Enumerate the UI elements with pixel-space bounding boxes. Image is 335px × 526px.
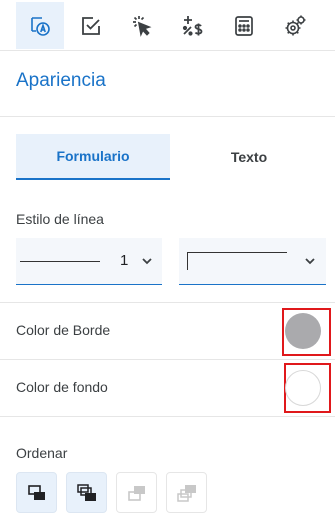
send-backward-icon [127, 485, 145, 501]
calculator-icon [235, 15, 253, 36]
send-backward-button[interactable] [116, 472, 157, 513]
divider [0, 116, 335, 117]
bring-forward-icon [27, 484, 45, 500]
top-toolbar [0, 0, 335, 51]
border-color-swatch[interactable] [285, 313, 321, 349]
line-style-label: Estilo de línea [16, 211, 104, 227]
fill-color-label: Color de fondo [16, 379, 108, 395]
checkbox-icon [82, 16, 100, 35]
order-label: Ordenar [16, 445, 68, 461]
line-sample [20, 261, 100, 262]
send-to-back-button[interactable] [166, 472, 207, 513]
divider [0, 416, 335, 417]
bring-to-front-button[interactable] [66, 472, 107, 513]
line-dash-select[interactable] [179, 238, 326, 285]
chevron-down-icon [142, 258, 152, 265]
tab-appearance[interactable] [16, 2, 64, 49]
bring-forward-button[interactable] [16, 472, 57, 513]
tab-actions[interactable] [118, 2, 166, 49]
send-to-back-icon [176, 484, 196, 502]
gear-icon [285, 15, 306, 35]
border-color-label: Color de Borde [16, 322, 111, 338]
tab-calculations[interactable] [169, 2, 217, 49]
line-width-select[interactable]: 1 [16, 238, 162, 285]
bring-to-front-icon [76, 483, 96, 501]
tab-form[interactable]: Formulario [16, 134, 170, 180]
fill-color-swatch[interactable] [285, 370, 321, 406]
currency-math-icon [182, 15, 203, 36]
appearance-icon [31, 16, 50, 36]
divider [0, 302, 335, 303]
tab-validation[interactable] [67, 2, 115, 49]
line-width-value: 1 [120, 252, 129, 269]
tab-settings[interactable] [271, 2, 319, 49]
chevron-down-icon [305, 258, 315, 265]
section-title: Apariencia [16, 70, 106, 91]
divider [0, 359, 335, 360]
click-icon [133, 15, 152, 37]
appearance-tabs: Formulario Texto [16, 134, 326, 180]
tab-calculator[interactable] [220, 2, 268, 49]
tab-text[interactable]: Texto [172, 134, 326, 180]
dash-sample [187, 252, 287, 270]
